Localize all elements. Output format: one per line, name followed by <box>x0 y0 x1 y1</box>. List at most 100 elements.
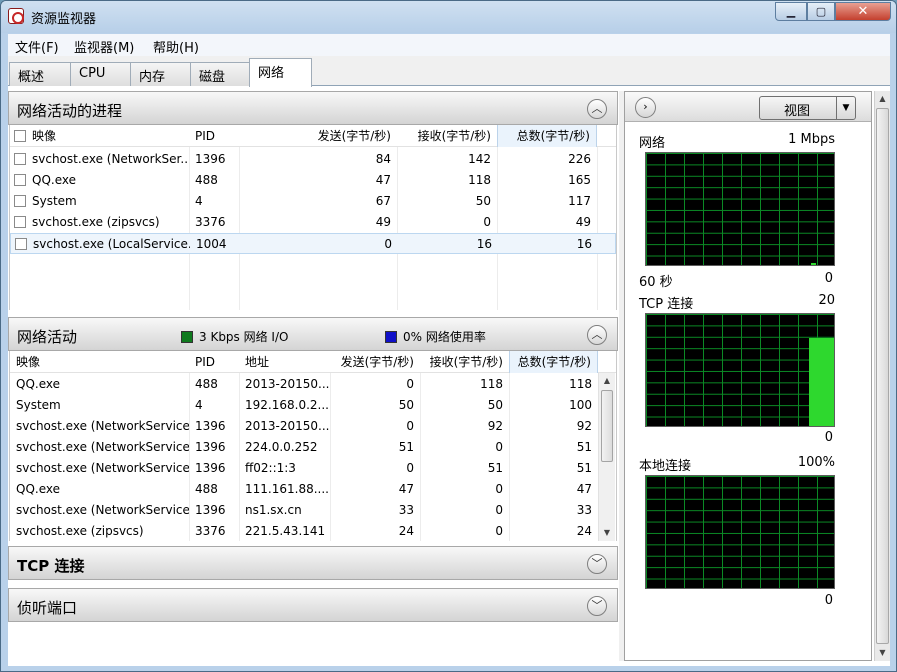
scroll-up-arrow-icon[interactable]: ▲ <box>875 91 890 107</box>
tcp-graph-max: 20 <box>818 293 835 308</box>
tab-cpu[interactable]: CPU <box>70 62 131 86</box>
col-recv[interactable]: 接收(字节/秒) <box>420 351 509 373</box>
col-send[interactable]: 发送(字节/秒) <box>330 351 420 373</box>
view-button[interactable]: 视图 ▼ <box>759 96 856 120</box>
activity-scrollbar[interactable]: ▲ ▼ <box>598 373 615 541</box>
scroll-thumb[interactable] <box>876 108 889 644</box>
table-row[interactable]: svchost.exe (LocalService... 1004 0 16 1… <box>10 233 616 254</box>
table-row[interactable]: QQ.exe 488 111.161.88.... 47 0 47 <box>10 479 616 500</box>
processes-panel-header[interactable]: 网络活动的进程 ︿ <box>8 91 618 125</box>
processes-column-header: 映像 PID 发送(字节/秒) 接收(字节/秒) 总数(字节/秒) <box>10 125 616 147</box>
network-graph-time: 60 秒 <box>639 275 673 290</box>
local-connection-graph-max: 100% <box>797 455 835 470</box>
col-address[interactable]: 地址 <box>241 351 330 373</box>
network-tab-content: 网络活动的进程 ︿ 映像 PID 发送(字节/秒) 接收(字节/秒) 总数(字节… <box>8 86 890 666</box>
row-checkbox[interactable] <box>14 195 26 207</box>
processes-panel-title: 网络活动的进程 <box>17 102 123 120</box>
local-connection-graph-panel: 本地连接 100% 0 <box>631 453 849 613</box>
local-connection-graph-min: 0 <box>824 593 833 608</box>
select-all-checkbox[interactable] <box>14 130 26 142</box>
processes-table: 映像 PID 发送(字节/秒) 接收(字节/秒) 总数(字节/秒) svchos… <box>9 125 617 310</box>
col-image[interactable]: 映像 <box>10 125 189 147</box>
resource-monitor-icon <box>8 8 24 24</box>
table-row[interactable]: QQ.exe 488 2013-20150... 0 118 118 <box>10 374 616 395</box>
col-image[interactable]: 映像 <box>12 351 189 373</box>
row-checkbox[interactable] <box>14 216 26 228</box>
table-row[interactable]: svchost.exe (NetworkService) 1396 ns1.sx… <box>10 500 616 521</box>
chevron-up-icon[interactable]: ︿ <box>587 99 607 119</box>
resource-monitor-window: 资源监视器 ▁ ▢ ✕ 文件(F) 监视器(M) 帮助(H) 概述 CPU 内存… <box>0 0 897 672</box>
activity-rows: QQ.exe 488 2013-20150... 0 118 118 Syste… <box>10 374 616 541</box>
scroll-thumb[interactable] <box>601 390 613 462</box>
col-total[interactable]: 总数(字节/秒) <box>497 125 597 147</box>
network-graph-title: 网络 <box>639 136 666 151</box>
table-row[interactable]: System 4 192.168.0.2... 50 50 100 <box>10 395 616 416</box>
activity-panel-header[interactable]: 网络活动 3 Kbps 网络 I/O 0% 网络使用率 ︿ <box>8 317 618 351</box>
network-graph-min: 0 <box>824 271 833 286</box>
table-row[interactable]: svchost.exe (NetworkService) 1396 ff02::… <box>10 458 616 479</box>
listen-panel-title: 侦听端口 <box>17 599 78 617</box>
main-scrollbar[interactable]: ▲ ▼ <box>874 91 890 661</box>
chevron-right-icon[interactable]: › <box>635 97 656 118</box>
menu-monitor[interactable]: 监视器(M) <box>74 37 134 56</box>
tcp-panel-header[interactable]: TCP 连接 ﹀ <box>8 546 618 580</box>
chevron-up-icon[interactable]: ︿ <box>587 325 607 345</box>
menu-file[interactable]: 文件(F) <box>15 37 59 56</box>
table-row[interactable]: svchost.exe (zipsvcs) 3376 221.5.43.141 … <box>10 521 616 541</box>
menu-help[interactable]: 帮助(H) <box>153 37 199 56</box>
network-usage-swatch <box>385 331 397 343</box>
graph-pane-toolbar: › 视图 ▼ <box>625 92 871 122</box>
row-checkbox[interactable] <box>14 174 26 186</box>
table-row[interactable]: svchost.exe (NetworkService) 1396 224.0.… <box>10 437 616 458</box>
activity-panel-title: 网络活动 <box>17 328 78 346</box>
network-graph <box>645 152 835 266</box>
row-checkbox[interactable] <box>14 153 26 165</box>
scroll-up-arrow-icon[interactable]: ▲ <box>599 373 615 389</box>
network-io-legend: 3 Kbps 网络 I/O <box>181 328 288 345</box>
network-usage-legend: 0% 网络使用率 <box>385 328 486 345</box>
maximize-button[interactable]: ▢ <box>807 2 835 21</box>
menu-bar: 文件(F) 监视器(M) 帮助(H) <box>8 34 890 56</box>
dropdown-arrow-icon[interactable]: ▼ <box>836 97 855 119</box>
col-total[interactable]: 总数(字节/秒) <box>509 351 598 373</box>
local-connection-graph <box>645 475 835 589</box>
graph-pane: › 视图 ▼ 网络 1 Mbps 60 秒 0 TCP 连接 20 0 本地连接… <box>624 91 872 661</box>
activity-table: 映像 PID 地址 发送(字节/秒) 接收(字节/秒) 总数(字节/秒) QQ.… <box>9 351 617 541</box>
tcp-graph-min: 0 <box>824 430 833 445</box>
close-button[interactable]: ✕ <box>835 2 891 21</box>
minimize-button[interactable]: ▁ <box>775 2 807 21</box>
activity-column-header: 映像 PID 地址 发送(字节/秒) 接收(字节/秒) 总数(字节/秒) <box>10 351 616 373</box>
network-io-swatch <box>181 331 193 343</box>
col-recv[interactable]: 接收(字节/秒) <box>397 125 497 147</box>
tab-network[interactable]: 网络 <box>249 58 312 87</box>
tab-overview[interactable]: 概述 <box>9 62 71 86</box>
network-graph-max: 1 Mbps <box>788 132 835 147</box>
table-row[interactable]: QQ.exe 488 47 118 165 <box>10 170 616 191</box>
row-checkbox[interactable] <box>15 238 27 250</box>
scroll-down-arrow-icon[interactable]: ▼ <box>875 645 890 661</box>
processes-rows: svchost.exe (NetworkSer... 1396 84 142 2… <box>10 149 616 254</box>
window-title: 资源监视器 <box>31 12 97 27</box>
tcp-graph-panel: TCP 连接 20 0 <box>631 291 849 451</box>
col-pid[interactable]: PID <box>191 351 239 373</box>
left-pane: 网络活动的进程 ︿ 映像 PID 发送(字节/秒) 接收(字节/秒) 总数(字节… <box>8 91 618 661</box>
table-row[interactable]: svchost.exe (zipsvcs) 3376 49 0 49 <box>10 212 616 233</box>
chevron-down-icon[interactable]: ﹀ <box>587 596 607 616</box>
title-bar[interactable]: 资源监视器 ▁ ▢ ✕ <box>1 1 896 33</box>
col-send[interactable]: 发送(字节/秒) <box>239 125 397 147</box>
tab-strip: 概述 CPU 内存 磁盘 网络 <box>8 56 890 87</box>
tab-disk[interactable]: 磁盘 <box>190 62 251 86</box>
col-pid[interactable]: PID <box>191 125 239 147</box>
listen-panel-header[interactable]: 侦听端口 ﹀ <box>8 588 618 622</box>
tcp-graph <box>645 313 835 427</box>
chevron-down-icon[interactable]: ﹀ <box>587 554 607 574</box>
tcp-panel-title: TCP 连接 <box>17 557 85 575</box>
scroll-down-arrow-icon[interactable]: ▼ <box>599 525 615 541</box>
tcp-graph-title: TCP 连接 <box>639 297 694 312</box>
local-connection-graph-title: 本地连接 <box>639 459 692 474</box>
table-row[interactable]: svchost.exe (NetworkService) 1396 2013-2… <box>10 416 616 437</box>
table-row[interactable]: svchost.exe (NetworkSer... 1396 84 142 2… <box>10 149 616 170</box>
tab-memory[interactable]: 内存 <box>130 62 191 86</box>
graph-fill <box>811 263 816 265</box>
table-row[interactable]: System 4 67 50 117 <box>10 191 616 212</box>
